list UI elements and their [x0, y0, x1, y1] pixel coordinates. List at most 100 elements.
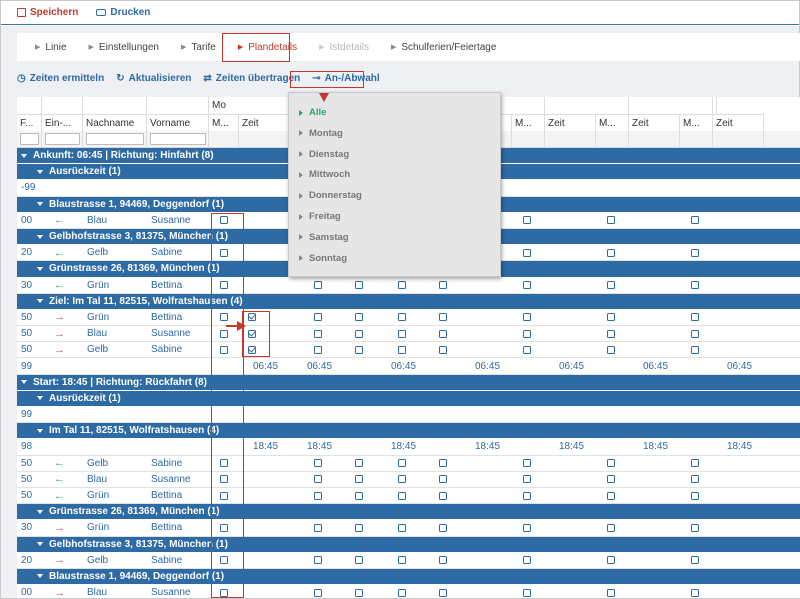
day-checkbox[interactable] — [607, 491, 615, 500]
day-checkbox[interactable] — [314, 345, 322, 354]
table-row[interactable]: 50 → Blau Susanne — [17, 326, 800, 343]
transfer-times-button[interactable]: ⇄ Zeiten übertragen — [203, 73, 300, 84]
table-row[interactable]: 30 ← Grün Bettina — [17, 277, 800, 294]
table-row[interactable]: 98 18:45 18:45 18:45 18:45 18:45 18:45 18:45 — [17, 439, 800, 456]
table-row[interactable]: 20 → Gelb Sabine — [17, 552, 800, 569]
save-button[interactable]: Speichern — [17, 7, 78, 18]
day-checkbox[interactable] — [314, 281, 322, 290]
table-row[interactable]: 50 ← Gelb Sabine — [17, 455, 800, 472]
day-checkbox[interactable] — [691, 459, 699, 468]
day-checkbox[interactable] — [314, 588, 322, 597]
day-checkbox[interactable] — [220, 475, 228, 484]
day-checkbox[interactable] — [691, 588, 699, 597]
filter-input[interactable] — [20, 133, 39, 145]
day-checkbox[interactable] — [523, 313, 531, 322]
day-checkbox[interactable] — [398, 556, 406, 565]
day-checkbox[interactable] — [691, 556, 699, 565]
day-checkbox[interactable] — [523, 556, 531, 565]
day-checkbox[interactable] — [607, 588, 615, 597]
day-checkbox[interactable] — [607, 248, 615, 257]
dropdown-item-7[interactable]: Sonntag — [299, 253, 347, 264]
compute-times-button[interactable]: ◷ Zeiten ermitteln — [17, 73, 104, 84]
dropdown-item-1[interactable]: Montag — [299, 128, 343, 139]
tab-5[interactable]: ▶ Schulferien/Feiertage — [391, 33, 496, 61]
day-checkbox[interactable] — [523, 345, 531, 354]
day-checkbox[interactable] — [220, 556, 228, 565]
day-checkbox[interactable] — [398, 523, 406, 532]
select-days-button[interactable]: ⊸ An-/Abwahl — [312, 73, 379, 84]
day-checkbox[interactable] — [691, 345, 699, 354]
dropdown-item-3[interactable]: Mittwoch — [299, 169, 350, 180]
day-checkbox[interactable] — [691, 281, 699, 290]
subgroup-header-row[interactable]: Ziel: Im Tal 11, 82515, Wolfratshausen (… — [17, 293, 800, 310]
filter-input[interactable] — [45, 133, 80, 145]
refresh-button[interactable]: ↻ Aktualisieren — [116, 73, 191, 84]
day-checkbox[interactable] — [398, 588, 406, 597]
filter-input[interactable] — [86, 133, 144, 145]
subgroup-header-row[interactable]: Ausrückzeit (1) — [17, 390, 800, 407]
day-checkbox[interactable] — [398, 281, 406, 290]
table-row[interactable]: 99 — [17, 407, 800, 424]
day-checkbox[interactable] — [691, 248, 699, 257]
day-checkbox[interactable] — [398, 459, 406, 468]
tab-0[interactable]: ▶ Linie — [35, 33, 67, 61]
day-checkbox[interactable] — [314, 491, 322, 500]
day-checkbox[interactable] — [220, 345, 228, 354]
day-checkbox[interactable] — [314, 556, 322, 565]
day-checkbox[interactable] — [607, 345, 615, 354]
day-checkbox[interactable] — [691, 523, 699, 532]
day-checkbox[interactable] — [607, 216, 615, 225]
day-checkbox[interactable] — [607, 313, 615, 322]
day-checkbox[interactable] — [691, 491, 699, 500]
day-checkbox[interactable] — [398, 491, 406, 500]
day-checkbox[interactable] — [220, 281, 228, 290]
day-checkbox[interactable] — [523, 216, 531, 225]
day-checkbox[interactable] — [607, 281, 615, 290]
dropdown-item-2[interactable]: Dienstag — [299, 149, 349, 160]
day-checkbox[interactable] — [523, 475, 531, 484]
day-checkbox[interactable] — [220, 459, 228, 468]
table-row[interactable]: 50 ← Grün Bettina — [17, 487, 800, 505]
day-checkbox-checked[interactable] — [248, 313, 256, 322]
dropdown-item-5[interactable]: Freitag — [299, 211, 341, 222]
day-checkbox[interactable] — [398, 313, 406, 322]
table-row[interactable]: 99 06:45 06:45 06:45 06:45 06:45 06:45 06:45 — [17, 358, 800, 375]
day-checkbox[interactable] — [220, 588, 228, 597]
day-checkbox[interactable] — [523, 523, 531, 532]
day-checkbox[interactable] — [314, 475, 322, 484]
day-checkbox-checked[interactable] — [248, 329, 256, 338]
day-checkbox[interactable] — [314, 329, 322, 338]
dropdown-item-0[interactable]: Alle — [299, 107, 326, 118]
table-row[interactable]: 50 → Grün Bettina — [17, 309, 800, 327]
day-checkbox[interactable] — [691, 475, 699, 484]
day-checkbox[interactable] — [523, 588, 531, 597]
tab-1[interactable]: ▶ Einstellungen — [89, 33, 159, 61]
day-checkbox[interactable] — [220, 523, 228, 532]
day-checkbox[interactable] — [398, 475, 406, 484]
group-header-row[interactable]: Start: 18:45 | Richtung: Rückfahrt (8) — [17, 374, 800, 391]
print-button[interactable]: Drucken — [96, 7, 150, 18]
table-row[interactable]: 50 → Gelb Sabine — [17, 342, 800, 359]
day-checkbox[interactable] — [523, 248, 531, 257]
day-checkbox[interactable] — [314, 459, 322, 468]
day-checkbox[interactable] — [523, 281, 531, 290]
day-checkbox[interactable] — [691, 313, 699, 322]
day-checkbox[interactable] — [314, 523, 322, 532]
day-checkbox[interactable] — [607, 459, 615, 468]
subgroup-header-row[interactable]: Gelbhofstrasse 3, 81375, München (1) — [17, 536, 800, 553]
day-checkbox[interactable] — [220, 248, 228, 257]
table-row[interactable]: 00 → Blau Susanne — [17, 585, 800, 598]
day-checkbox[interactable] — [523, 329, 531, 338]
day-checkbox[interactable] — [220, 313, 228, 322]
day-checkbox[interactable] — [607, 523, 615, 532]
day-checkbox[interactable] — [691, 329, 699, 338]
subgroup-header-row[interactable]: Grünstrasse 26, 81369, München (1) — [17, 504, 800, 521]
subgroup-header-row[interactable]: Blaustrasse 1, 94469, Deggendorf (1) — [17, 568, 800, 586]
day-checkbox[interactable] — [523, 491, 531, 500]
table-row[interactable]: 30 → Grün Bettina — [17, 520, 800, 537]
dropdown-item-6[interactable]: Samstag — [299, 232, 349, 243]
day-checkbox[interactable] — [398, 329, 406, 338]
day-checkbox[interactable] — [314, 313, 322, 322]
day-checkbox[interactable] — [398, 345, 406, 354]
dropdown-item-4[interactable]: Donnerstag — [299, 190, 362, 201]
